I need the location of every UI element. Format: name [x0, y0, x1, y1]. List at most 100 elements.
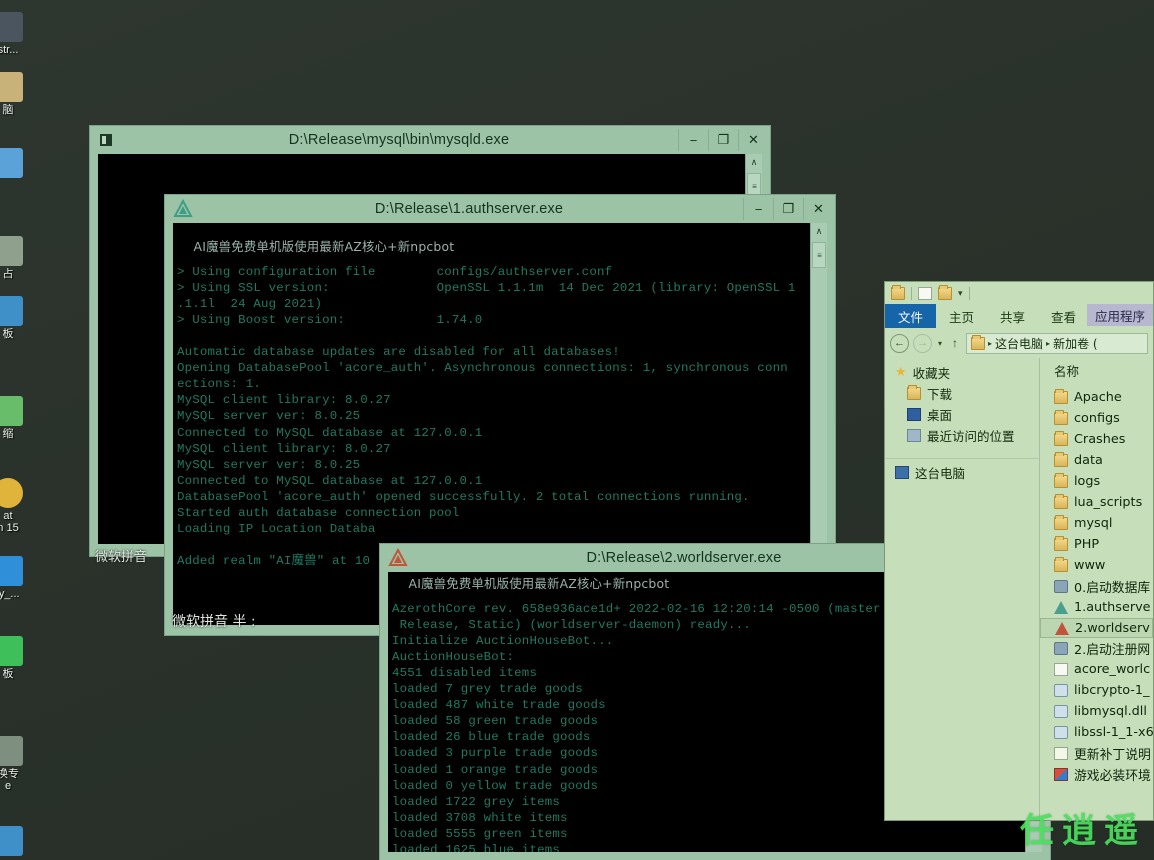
maximize-button[interactable]: ❐ — [773, 198, 803, 220]
desktop-icon-computer[interactable]: 脑 — [0, 72, 44, 116]
file-row[interactable]: 更新补丁说明 — [1040, 743, 1153, 764]
tab-home[interactable]: 主页 — [936, 304, 987, 328]
desktop-icon — [907, 408, 921, 421]
folder-icon — [0, 148, 23, 178]
desktop-icon-label: 脑 — [2, 104, 14, 116]
file-row[interactable]: logs — [1040, 471, 1153, 492]
site-icon — [0, 236, 23, 266]
contextual-tab-application[interactable]: 应用程序 — [1086, 304, 1153, 326]
file-row[interactable]: 2.worldserv — [1040, 618, 1153, 638]
tab-share[interactable]: 共享 — [987, 304, 1038, 328]
file-name: Crashes — [1074, 432, 1126, 447]
file-row[interactable]: 1.authserve — [1040, 597, 1153, 618]
file-row[interactable]: 游戏必装环境 — [1040, 764, 1153, 785]
chevron-down-icon[interactable]: ▾ — [958, 288, 963, 299]
file-row[interactable]: 2.启动注册网 — [1040, 638, 1153, 659]
back-button[interactable]: ← — [890, 333, 909, 353]
file-row[interactable]: libcrypto-1_ — [1040, 680, 1153, 701]
nav-item-label: 最近访问的位置 — [927, 429, 1015, 444]
close-button[interactable]: ✕ — [803, 198, 833, 220]
folder-icon — [971, 334, 986, 350]
scrollbar-thumb[interactable]: ≡ — [812, 242, 826, 268]
nav-item-downloads[interactable]: 下载 — [885, 383, 1039, 404]
titlebar-mysqld[interactable]: D:\Release\mysql\bin\mysqld.exe − ❐ ✕ — [90, 126, 770, 154]
file-row[interactable]: mysql — [1040, 513, 1153, 534]
desktop-icon-archive[interactable]: 缩 — [0, 396, 44, 440]
file-row[interactable]: Apache — [1040, 387, 1153, 408]
maximize-button[interactable]: ❐ — [708, 129, 738, 151]
minimize-button[interactable]: − — [678, 129, 708, 151]
nav-item-label: 这台电脑 — [915, 465, 966, 481]
desktop-icon-green-board[interactable]: 板 — [0, 636, 44, 680]
file-row[interactable]: lua_scripts — [1040, 492, 1153, 513]
scroll-up-arrow[interactable]: ∧ — [811, 223, 827, 240]
navigation-pane[interactable]: ★ 收藏夹 下载 桌面 最近访问的位置 这台电脑 — [885, 358, 1040, 820]
nav-item-desktop[interactable]: 桌面 — [885, 404, 1039, 425]
desktop-icon-label: 换专 e — [0, 768, 19, 792]
forward-button[interactable]: → — [913, 333, 932, 353]
file-name: logs — [1074, 474, 1101, 489]
file-row[interactable]: configs — [1040, 408, 1153, 429]
folder-icon — [1054, 410, 1068, 425]
dll-icon — [1054, 705, 1068, 718]
nav-item-this-pc[interactable]: 这台电脑 — [885, 458, 1039, 482]
file-name: www — [1074, 558, 1106, 573]
desktop-icon-str[interactable]: str... — [0, 12, 44, 56]
desktop-icon-folder-blue[interactable] — [0, 148, 44, 180]
address-bar[interactable]: ← → ▾ ↑ ▸ 这台电脑 ▸ 新加卷 ( — [885, 328, 1153, 358]
desktop-icon-ly[interactable]: ly_... — [0, 556, 44, 600]
dll-icon — [1054, 726, 1068, 739]
tab-view[interactable]: 查看 — [1038, 304, 1089, 328]
quick-access-toolbar[interactable]: ▾ — [885, 282, 1153, 304]
computer-icon — [895, 465, 909, 479]
close-button[interactable]: ✕ — [738, 129, 768, 151]
file-row[interactable]: data — [1040, 450, 1153, 471]
breadcrumb-this-pc[interactable]: 这台电脑 — [995, 335, 1043, 352]
desktop-icon-board[interactable]: 板 — [0, 296, 44, 340]
banner-text: AI魔兽免费单机版使用最新AZ核心+新npcbot — [392, 576, 670, 591]
file-name: 2.worldserv — [1075, 620, 1150, 636]
titlebar-authserver[interactable]: D:\Release\1.authserver.exe − ❐ ✕ — [165, 195, 835, 223]
recent-locations-icon[interactable]: ▾ — [936, 339, 944, 348]
desktop-icon-label: 缩 — [2, 428, 14, 440]
file-row[interactable]: Crashes — [1040, 429, 1153, 450]
column-header-name[interactable]: 名称 — [1040, 361, 1153, 387]
app-triangle-red-icon — [1055, 621, 1069, 635]
file-list[interactable]: 名称 Apache configs Crashes data logs lua_scrip… — [1040, 358, 1153, 820]
file-row[interactable]: 0.启动数据库 — [1040, 576, 1153, 597]
new-folder-icon[interactable] — [918, 286, 932, 300]
file-row[interactable]: acore_worlc — [1040, 659, 1153, 680]
minimize-button[interactable]: − — [743, 198, 773, 220]
nav-item-favorites[interactable]: ★ 收藏夹 — [885, 362, 1039, 383]
file-name: libssl-1_1-x6 — [1074, 725, 1153, 740]
app-triangle-icon — [1054, 601, 1068, 614]
window-controls[interactable]: − ❐ ✕ — [743, 198, 833, 220]
file-name: 1.authserve — [1074, 600, 1151, 615]
tab-file[interactable]: 文件 — [885, 304, 937, 328]
breadcrumb[interactable]: ▸ 这台电脑 ▸ 新加卷 ( — [966, 332, 1148, 354]
breadcrumb-volume[interactable]: 新加卷 ( — [1053, 335, 1098, 352]
window-title: D:\Release\mysql\bin\mysqld.exe — [288, 132, 510, 148]
file-row[interactable]: libssl-1_1-x6 — [1040, 722, 1153, 743]
desktop-icon-chat[interactable]: at n 15 — [0, 478, 44, 534]
computer-icon — [0, 72, 23, 102]
desktop-icon-site[interactable]: 占 — [0, 236, 44, 280]
folder-icon[interactable] — [891, 284, 905, 300]
scroll-up-arrow[interactable]: ∧ — [746, 154, 762, 171]
switch-zone-icon — [0, 736, 23, 766]
window-controls[interactable]: − ❐ ✕ — [678, 129, 768, 151]
azerothcore-triangle-icon — [173, 198, 195, 220]
file-name: 2.启动注册网 — [1074, 643, 1151, 658]
desktop-icon-switch-zone[interactable]: 换专 e — [0, 736, 44, 792]
nav-item-recent-places[interactable]: 最近访问的位置 — [885, 425, 1039, 446]
file-row[interactable]: libmysql.dll — [1040, 701, 1153, 722]
download-icon — [907, 385, 921, 400]
window-file-explorer[interactable]: ▾ 应用程序 文件 主页 共享 查看 管理 ← → ▾ ↑ ▸ 这台电脑 ▸ 新… — [884, 281, 1154, 821]
file-row[interactable]: www — [1040, 555, 1153, 576]
properties-icon[interactable] — [938, 284, 952, 300]
console-output-mysqld — [98, 154, 762, 156]
up-button[interactable]: ↑ — [948, 336, 962, 350]
file-row[interactable]: PHP — [1040, 534, 1153, 555]
desktop-icon-bottom-app[interactable] — [0, 826, 44, 858]
console-banner-authserver: AI魔兽免费单机版使用最新AZ核心+新npcbot — [173, 223, 827, 256]
